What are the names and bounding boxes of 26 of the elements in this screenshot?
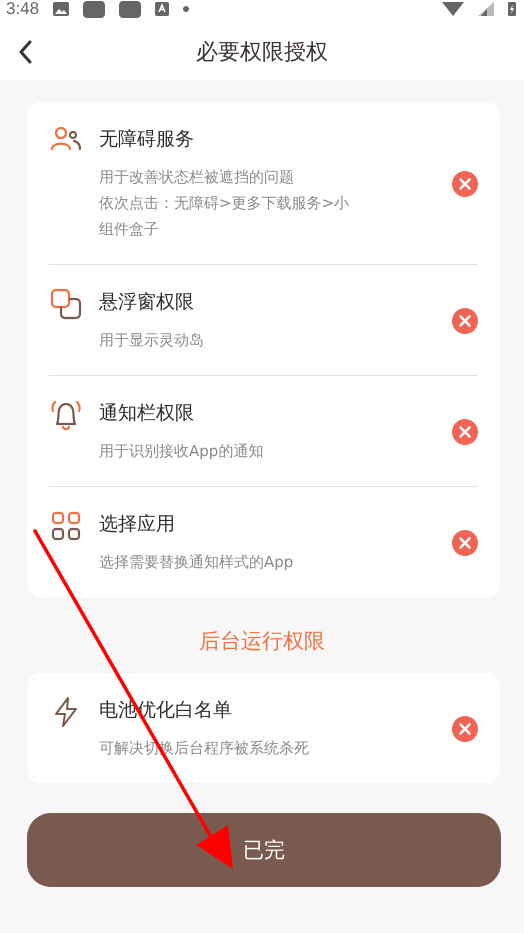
permission-description: 用于显示灵动岛 xyxy=(99,330,205,351)
signal-icon xyxy=(478,2,494,16)
close-icon[interactable] xyxy=(452,308,478,334)
grid-icon xyxy=(49,509,83,543)
close-icon[interactable] xyxy=(452,530,478,556)
app-icon xyxy=(119,0,142,18)
permission-title: 选择应用 xyxy=(99,512,176,537)
close-icon[interactable] xyxy=(452,716,478,742)
overlapping-squares-icon xyxy=(49,287,83,321)
permission-description: 用于识别接收App的通知 xyxy=(99,441,264,462)
dot-icon xyxy=(183,6,190,12)
app-icon xyxy=(83,0,106,18)
close-icon[interactable] xyxy=(452,171,478,197)
page-title: 必要权限授权 xyxy=(196,39,328,67)
permission-title: 无障碍服务 xyxy=(99,127,195,152)
bell-icon xyxy=(49,398,83,432)
permission-description: 用于改善状态栏被遮挡的问题 xyxy=(99,167,294,188)
done-button[interactable]: 已完 xyxy=(27,813,501,887)
permission-title: 悬浮窗权限 xyxy=(99,290,195,315)
section-title: 后台运行权限 xyxy=(198,628,326,655)
wifi-icon xyxy=(442,2,464,16)
close-icon[interactable] xyxy=(452,419,478,445)
permission-description: 选择需要替换通知样式的App xyxy=(99,552,294,573)
status-time: 3:48 xyxy=(6,0,40,19)
permission-title: 通知栏权限 xyxy=(99,401,195,426)
permission-description: 依次点击：无障碍>更多下载服务>小组件盒子 xyxy=(99,193,350,240)
